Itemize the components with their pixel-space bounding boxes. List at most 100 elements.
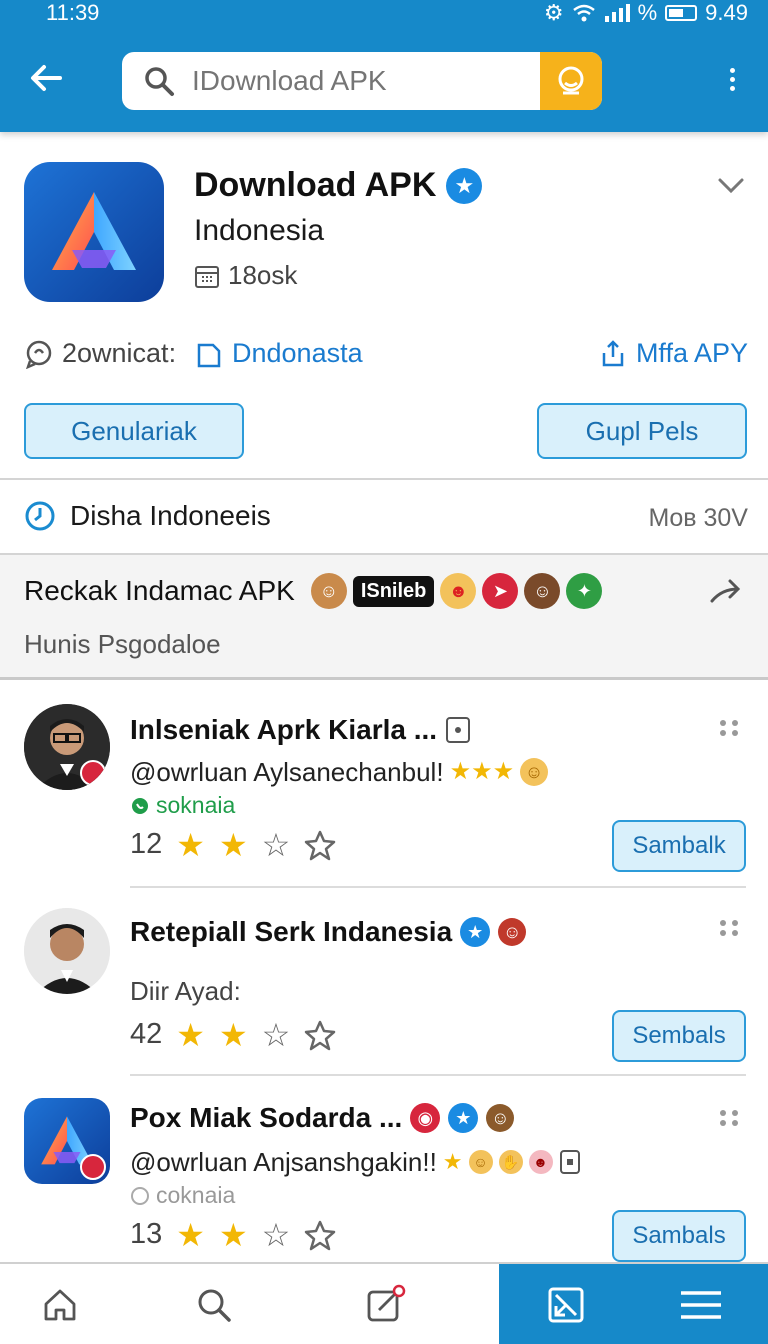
secondary-action-button[interactable]: Gupl Pels [537,403,747,459]
review-more-icon[interactable] [720,1110,742,1130]
target-emoji-icon: ◉ [410,1103,441,1133]
time-row-label: Disha Indoneeis [70,500,271,531]
compose-icon [367,1284,406,1322]
review-action-button[interactable]: Sembals [612,1010,746,1062]
inbox-icon [548,1287,584,1323]
face-emoji-icon: ☻ [528,1150,553,1174]
person-emoji-icon: ☺ [498,918,527,946]
review-item[interactable]: Inlseniak Aprk Kiarla ... @owrluan Aylsa… [0,700,768,890]
review-tag-text: soknaia [156,792,236,818]
chat-icon [131,1186,149,1205]
review-tag: coknaia [130,1182,235,1209]
arrow-right-icon[interactable] [708,575,744,611]
app-logo [24,162,164,302]
smile-emoji-icon: ☺ [468,1150,493,1174]
verified-icon: ★ [448,1103,479,1133]
verified-icon: ★ [446,167,483,204]
search-input[interactable] [192,62,532,100]
search-bar[interactable] [122,52,602,110]
time-row[interactable]: Disha Indoneeis Moв 30V [24,500,748,540]
bottom-navigation [0,1262,768,1344]
review-item[interactable]: Pox Miak Sodarda ... ◉ ★ ☺ @owrluan Anjs… [0,1092,768,1282]
person-emoji-icon: ☺ [310,573,347,609]
review-tag: soknaia [130,792,235,819]
search-nav-icon [198,1289,231,1322]
app-meta-text: 18osk [228,260,298,290]
app-logo-mark [52,192,136,270]
review-more-icon[interactable] [720,920,742,940]
star-filled-icon: ★ [176,826,205,863]
star-filled-icon: ★ [176,1216,205,1253]
recommend-section[interactable]: Reckak Indamac APK ☺ ISnileb ☻ ➤ ☺ ✦ Hun… [0,555,768,678]
whatsapp-icon [132,797,148,814]
avatar[interactable] [24,704,110,790]
review-separator [130,886,746,888]
app-meta: 18osk [194,260,297,291]
status-icons: ⚙ % 9.49 [544,0,748,26]
share-label: Mffa APY [635,338,748,368]
file-icon [446,717,471,743]
arrow-emoji-icon: ➤ [482,573,519,609]
primary-action-button[interactable]: Genulariak [24,403,244,459]
review-author-name: Pox Miak Sodarda ... [130,1102,403,1133]
review-action-button[interactable]: Sambalk [612,820,746,872]
person-emoji-icon: ☺ [486,1104,515,1132]
review-text-row: @owrluan Aylsanechanbul! ★★★ ☺ [130,756,549,788]
review-rating: 42 ★ ★ ☆ [130,1018,336,1051]
source-link[interactable]: Dndonasta [194,338,363,369]
review-author: Inlseniak Aprk Kiarla ... [130,714,471,746]
nav-search[interactable] [154,1264,274,1344]
review-item[interactable]: Retepiall Serk Indanesia ★ ☺ Diir Ayad: … [0,900,768,1090]
review-text-row: Diir Ayad: [130,976,241,1007]
star-filled-icon: ★ [218,1016,248,1053]
review-separator [130,1074,746,1076]
thumb-emoji-icon: ✋ [498,1150,523,1174]
star-filled-icon: ★ [176,1016,205,1053]
time-row-left: Disha Indoneeis [24,500,271,532]
more-vert-icon[interactable] [722,64,742,100]
star-filled-icon: ★ [218,1216,248,1253]
recommend-pill: ISnileb [352,575,435,607]
review-rating: 13 ★ ★ ☆ [130,1218,336,1251]
signal-icon [604,4,630,22]
battery-value: 9.49 [705,0,748,25]
avatar[interactable] [24,1098,110,1184]
recommend-title: Reckak Indamac APK [24,575,295,606]
back-arrow-icon[interactable] [24,58,68,102]
review-count: 13 [130,1218,163,1250]
menu-icon [680,1291,721,1319]
time-row-value: Moв 30V [648,504,748,532]
share-link[interactable]: Mffa APY [598,338,748,369]
star-outline-icon[interactable] [304,829,336,861]
source-label: Dndonasta [232,338,363,368]
divider [0,478,768,480]
review-author-name: Inlseniak Aprk Kiarla ... [130,714,438,745]
face-emoji-icon: ☻ [440,573,477,609]
recommend-title-row: Reckak Indamac APK ☺ ISnileb ☻ ➤ ☺ ✦ [24,573,603,609]
divider [0,677,768,680]
calendar-icon [195,265,219,288]
status-time: 11:39 [46,0,100,25]
review-text: Diir Ayad: [130,976,241,1006]
nav-home[interactable] [0,1264,120,1344]
star-empty-icon: ☆ [261,1216,291,1253]
review-action-button[interactable]: Sambals [612,1210,746,1262]
chevron-down-icon[interactable] [716,170,746,200]
search-icon [145,67,174,96]
review-author: Retepiall Serk Indanesia ★ ☺ [130,916,527,948]
star-empty-icon: ☆ [261,1016,291,1053]
avatar[interactable] [24,908,110,994]
review-more-icon[interactable] [720,720,742,740]
star-outline-icon[interactable] [304,1019,336,1051]
star-outline-icon[interactable] [304,1219,336,1251]
leaf-emoji-icon: ✦ [566,573,603,609]
nav-compose[interactable] [326,1264,446,1344]
verified-icon: ★ [460,917,491,947]
app-info-row: 2ownicat: Dndonasta Mffa APY [24,338,748,378]
mic-button[interactable] [540,52,602,110]
nav-menu[interactable] [633,1264,768,1344]
nav-inbox[interactable] [499,1264,633,1344]
review-author-name: Retepiall Serk Indanesia [130,916,453,947]
review-tag-text: coknaia [156,1182,236,1208]
mic-icon [558,66,584,95]
